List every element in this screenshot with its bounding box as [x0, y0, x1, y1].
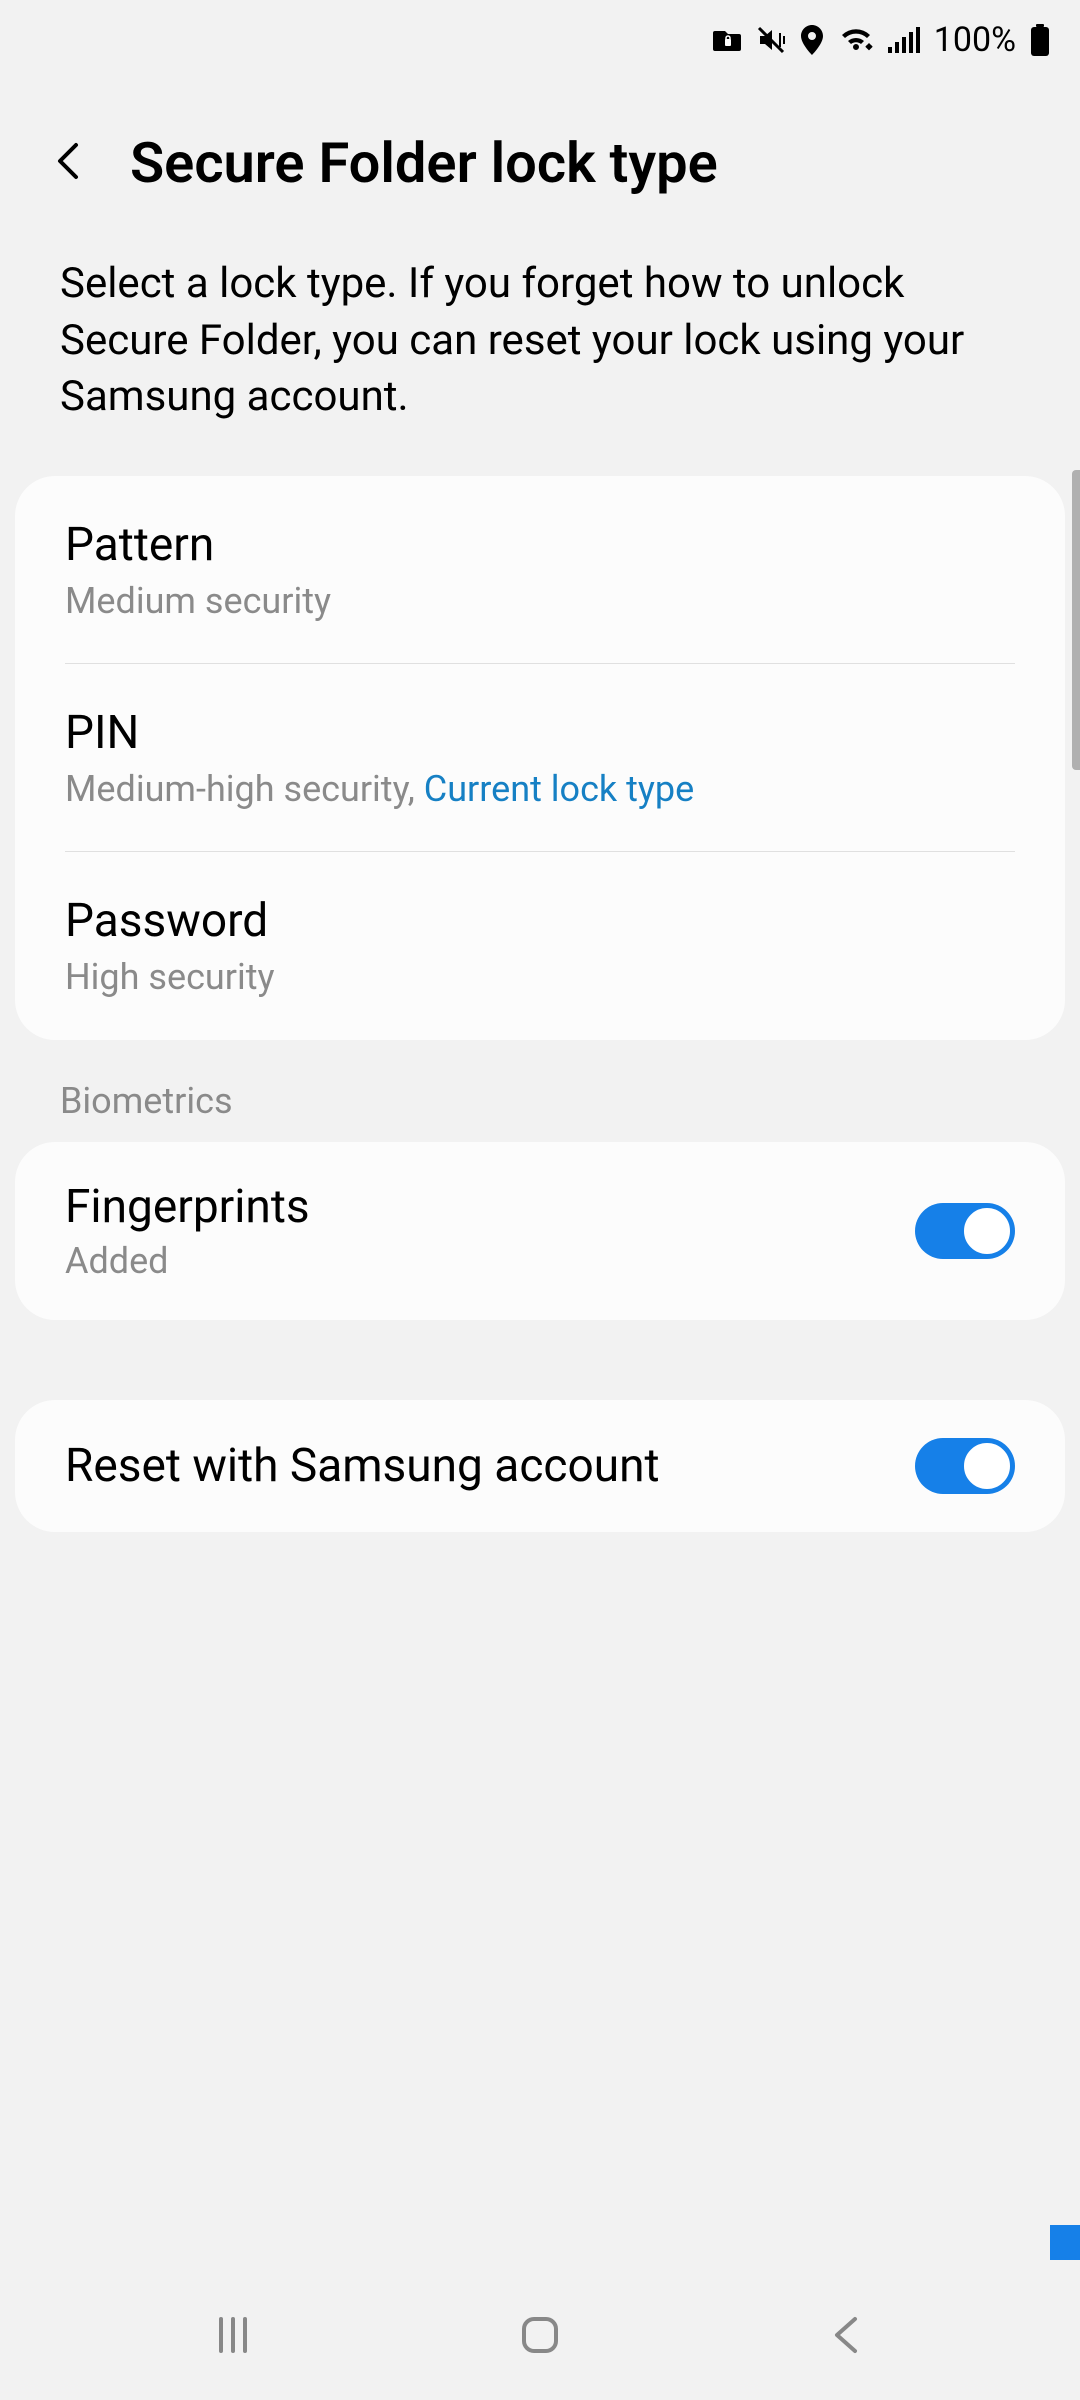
toggle-knob: [962, 1206, 1012, 1256]
biometrics-section-header: Biometrics: [0, 1040, 1080, 1142]
back-nav-button[interactable]: [817, 2305, 877, 2365]
item-title: Pattern: [65, 518, 1015, 572]
scroll-indicator: [1072, 470, 1080, 770]
toggle-knob: [962, 1441, 1012, 1491]
battery-icon: [1030, 24, 1050, 56]
current-lock-label: Current lock type: [424, 768, 694, 810]
home-button[interactable]: [510, 2305, 570, 2365]
lock-type-password[interactable]: Password High security: [15, 852, 1065, 1040]
mute-vibrate-icon: [756, 25, 786, 55]
page-description: Select a lock type. If you forget how to…: [0, 226, 1080, 476]
item-title: Reset with Samsung account: [65, 1439, 915, 1493]
chevron-left-icon: [50, 141, 90, 181]
reset-toggle[interactable]: [915, 1438, 1015, 1494]
recents-icon: [209, 2311, 257, 2359]
biometrics-card: Fingerprints Added: [15, 1142, 1065, 1320]
recents-button[interactable]: [203, 2305, 263, 2365]
item-subtitle: Medium-high security, Current lock type: [65, 768, 1015, 810]
item-title: Fingerprints: [65, 1180, 915, 1234]
item-title: PIN: [65, 706, 1015, 760]
item-subtitle: Added: [65, 1240, 915, 1282]
page-header: Secure Folder lock type: [0, 80, 1080, 226]
secure-folder-icon: [712, 28, 742, 52]
back-button[interactable]: [50, 141, 90, 185]
item-subtitle: High security: [65, 956, 1015, 998]
location-icon: [800, 25, 824, 55]
reset-card: Reset with Samsung account: [15, 1400, 1065, 1532]
back-nav-icon: [823, 2311, 871, 2359]
lock-types-card: Pattern Medium security PIN Medium-high …: [15, 476, 1065, 1040]
status-bar: 100%: [0, 0, 1080, 80]
lock-type-pin[interactable]: PIN Medium-high security, Current lock t…: [15, 664, 1065, 852]
fingerprints-toggle[interactable]: [915, 1203, 1015, 1259]
wifi-icon: [838, 26, 874, 54]
signal-icon: [888, 27, 920, 53]
secure-folder-corner-icon: [1050, 2225, 1080, 2260]
item-subtitle: Medium security: [65, 580, 1015, 622]
reset-samsung-item[interactable]: Reset with Samsung account: [15, 1400, 1065, 1532]
page-title: Secure Folder lock type: [130, 130, 718, 196]
navigation-bar: [0, 2270, 1080, 2400]
home-icon: [516, 2311, 564, 2359]
lock-type-pattern[interactable]: Pattern Medium security: [15, 476, 1065, 664]
item-title: Password: [65, 894, 1015, 948]
fingerprints-item[interactable]: Fingerprints Added: [15, 1142, 1065, 1320]
battery-percentage: 100%: [934, 20, 1016, 60]
